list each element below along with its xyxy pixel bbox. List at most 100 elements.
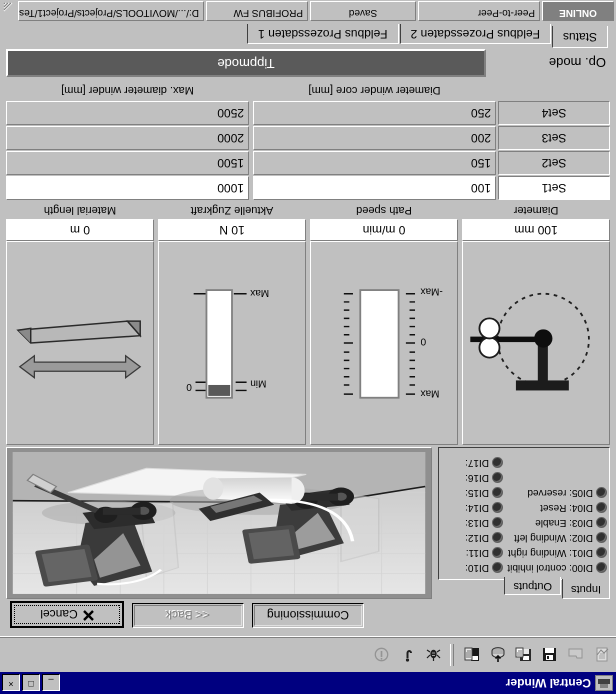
op-mode-value[interactable]: Tippmode (6, 49, 486, 77)
cancel-button-label: Cancel (40, 607, 78, 622)
tab-feldbus-prozessdaten-2[interactable]: Feldbus Prozessdaten 2 (399, 24, 551, 44)
di-label: DI05: reserved (527, 487, 593, 499)
tension-bargraph-svg: Min Max 0 (186, 287, 269, 399)
diameter-gauge: 100 mm Diameter (462, 202, 610, 445)
di-label: DI01: Winding right (507, 547, 593, 559)
status-connection: Peer-to-Peer (418, 1, 540, 21)
di-label: DI13: (465, 517, 489, 529)
tab-status[interactable]: Status (551, 26, 608, 48)
double-arrow-icon (18, 354, 142, 379)
di-label: DI00: control inhibit (507, 562, 593, 574)
svg-text:Max: Max (250, 287, 269, 298)
status-online: ONLINE (542, 1, 614, 21)
tension-caption: Aktuelle Zugkraft (190, 204, 274, 216)
path-speed-caption: Path speed (356, 204, 412, 216)
di-label: DI12: (465, 532, 489, 544)
table-row[interactable]: Set3 (498, 126, 610, 150)
di-label: DI14: (465, 502, 489, 514)
tab-feldbus-prozessdaten-1[interactable]: Feldbus Prozessdaten 1 (247, 24, 399, 44)
open-folder-icon[interactable] (563, 643, 588, 667)
diameter-dial (462, 241, 610, 445)
diameter-dial-svg (470, 292, 590, 391)
led-icon (492, 502, 503, 514)
io-tab-outputs[interactable]: Outputs (504, 577, 562, 595)
winder-icon (595, 675, 613, 691)
commissioning-button-label: Commissioning (266, 608, 350, 623)
led-icon (492, 472, 503, 484)
title-bar: Central Winder _ □ × (0, 672, 616, 694)
op-mode-label: Op. mode (548, 55, 606, 71)
led-icon (596, 562, 607, 574)
core-diameter-field[interactable]: 200 (253, 126, 496, 150)
led-icon (492, 547, 503, 559)
di-label: DI16: (465, 472, 489, 484)
commissioning-button[interactable]: Commissioning (252, 603, 364, 628)
io-tab-inputs[interactable]: Inputs (562, 579, 610, 599)
gauge-row: 100 mm Diameter Max 0 -Max 0 m/min Path … (4, 200, 612, 447)
io-panel-body: DI00: control inhibit DI01: Winding righ… (438, 447, 610, 580)
info-icon[interactable] (369, 643, 394, 667)
list-item: DI04: Reset (503, 501, 607, 515)
max-diameter-field[interactable]: 1500 (6, 151, 249, 175)
bug-diagnostics-icon[interactable] (421, 643, 446, 667)
di-label: DI03: Enable (535, 517, 593, 529)
client-area: Commissioning << Back Cancel Inputs Outp… (0, 22, 616, 637)
cross-icon (82, 608, 94, 622)
di-label: DI17: (465, 457, 489, 469)
max-diameter-column: 1000 1500 2000 2500 Max. diameter winder… (6, 80, 249, 200)
tension-gauge: Min Max 0 10 N Aktuelle Zugkraft (158, 202, 306, 445)
core-diameter-field[interactable]: 250 (253, 101, 496, 125)
material-length-readout: 0 m (6, 219, 154, 241)
list-item: DI00: control inhibit (503, 561, 607, 575)
status-saved: Saved (310, 1, 416, 21)
core-diameter-column: 100 150 200 250 Diameter winder core [mm… (253, 80, 496, 200)
toolbar (0, 637, 616, 672)
di-label: DI15: (465, 487, 489, 499)
led-icon (492, 517, 503, 529)
led-icon (596, 517, 607, 529)
status-bar: ONLINE Peer-to-Peer Saved PROFIBUS FW D:… (0, 0, 616, 22)
tension-bargraph: Min Max 0 (158, 241, 306, 445)
svg-text:Min: Min (250, 377, 266, 388)
max-diameter-field[interactable]: 2000 (6, 126, 249, 150)
close-button[interactable]: × (2, 674, 20, 692)
status-fieldbus: PROFIBUS FW (206, 1, 308, 21)
maximize-button[interactable]: □ (22, 674, 40, 692)
led-icon (492, 532, 503, 544)
hook-scope-icon[interactable] (395, 643, 420, 667)
table-row[interactable]: Set4 (498, 101, 610, 125)
io-tab-strip: Inputs Outputs (438, 577, 610, 599)
di-label: DI11: (465, 547, 489, 559)
list-item: DI05: reserved (503, 486, 607, 500)
list-item: DI14: (441, 501, 503, 515)
resize-grip-icon[interactable] (2, 1, 16, 21)
max-diameter-field[interactable]: 2500 (6, 101, 249, 125)
di-label: DI04: Reset (540, 502, 593, 514)
download-to-drive-icon[interactable] (485, 643, 510, 667)
cancel-button[interactable]: Cancel (10, 601, 124, 628)
save-icon[interactable] (537, 643, 562, 667)
toolbar-separator (450, 644, 454, 666)
max-diameter-column-header: Max. diameter winder [mm] (6, 80, 249, 100)
op-mode-row: Op. mode Tippmode (4, 48, 612, 80)
list-item: DI17: (441, 456, 503, 470)
core-diameter-field[interactable]: 150 (253, 151, 496, 175)
table-row[interactable]: Set1 (498, 176, 610, 200)
list-item: DI12: (441, 531, 503, 545)
back-button[interactable]: << Back (132, 603, 244, 628)
wizard-button-row: Commissioning << Back Cancel (4, 599, 612, 632)
material-length-caption: Material length (43, 204, 117, 216)
list-item: DI13: (441, 516, 503, 530)
diameter-readout: 100 mm (462, 219, 610, 241)
upload-from-drive-icon[interactable] (459, 643, 484, 667)
digital-input-column-right: DI10: DI11: DI12: DI13: DI14: DI15: DI16… (441, 452, 503, 575)
table-row[interactable]: Set2 (498, 151, 610, 175)
toolbar-file-group (458, 643, 614, 667)
minimize-button[interactable]: _ (42, 674, 60, 692)
new-project-icon[interactable] (589, 643, 614, 667)
core-diameter-field[interactable]: 100 (253, 176, 496, 200)
save-as-icon[interactable] (511, 643, 536, 667)
rotated-stage: Central Winder _ □ × Commissioning << Ba… (0, 0, 616, 694)
svg-text:0: 0 (420, 335, 426, 346)
max-diameter-field[interactable]: 1000 (6, 176, 249, 200)
